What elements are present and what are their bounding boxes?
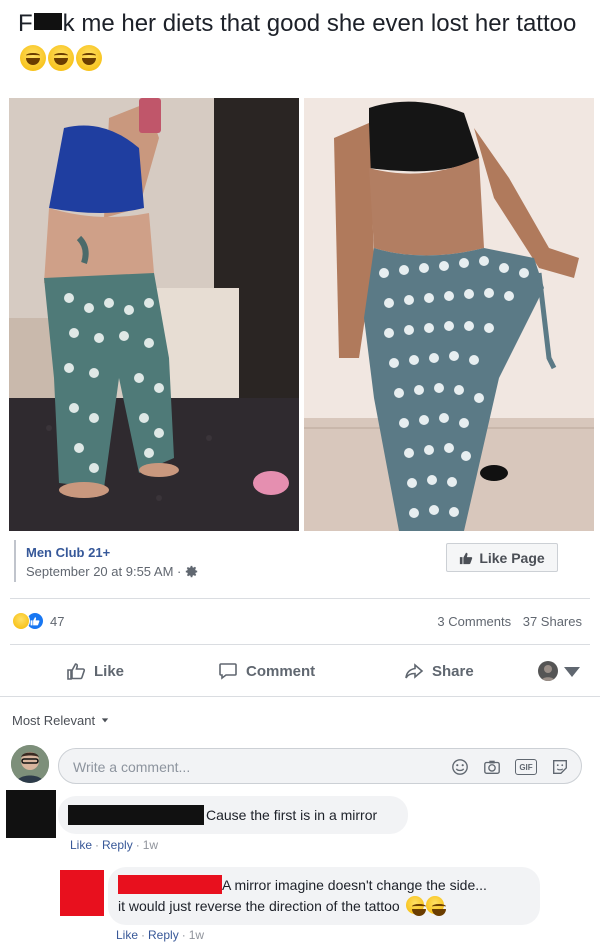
post-timestamp: September 20 at 9:55 AM · bbox=[26, 564, 198, 581]
like-button[interactable]: Like bbox=[66, 660, 124, 682]
redacted-avatar bbox=[60, 870, 104, 916]
like-page-button[interactable]: Like Page bbox=[446, 543, 558, 572]
comment-bubble: Cause the first is in a mirror bbox=[58, 796, 408, 834]
before-photo[interactable] bbox=[9, 98, 299, 531]
gear-icon[interactable] bbox=[185, 565, 198, 581]
divider bbox=[0, 696, 600, 697]
after-photo[interactable] bbox=[304, 98, 594, 531]
laughing-emoji-icon bbox=[425, 896, 446, 916]
like-button-label: Like bbox=[94, 662, 125, 680]
laughing-emoji-icon bbox=[20, 45, 46, 71]
share-button-label: Share bbox=[432, 662, 474, 680]
comment-text-line2: it would just reverse the direction of t… bbox=[118, 896, 446, 916]
user-avatar[interactable] bbox=[11, 745, 49, 783]
comment-text: Cause the first is in a mirror bbox=[206, 807, 378, 823]
gif-label: GIF bbox=[519, 762, 533, 772]
post-as-selector[interactable] bbox=[538, 660, 582, 682]
comment-like-link[interactable]: Like bbox=[116, 928, 138, 942]
caret-down-icon bbox=[101, 718, 108, 723]
comment-button-label: Comment bbox=[246, 662, 316, 680]
post-text-start: F bbox=[18, 10, 33, 37]
page-name-link[interactable]: Men Club 21+ bbox=[26, 545, 110, 560]
comment-text-line2-text: it would just reverse the direction of t… bbox=[118, 898, 400, 914]
comment-text-line1: A mirror imagine doesn't change the side… bbox=[222, 877, 487, 893]
comment-icon bbox=[219, 663, 237, 680]
thumbs-up-outline-icon bbox=[67, 663, 86, 680]
laughing-emoji-icon bbox=[405, 896, 426, 916]
laughing-emoji-icon bbox=[48, 45, 74, 71]
share-arrow-icon bbox=[405, 663, 424, 679]
redacted-name bbox=[68, 805, 204, 825]
engagement-counts: 3 Comments 37 Shares bbox=[429, 614, 582, 629]
divider bbox=[10, 598, 590, 599]
reactions-summary[interactable]: 47 bbox=[12, 612, 64, 630]
post-text-rest: k me her diets that good she even lost h… bbox=[62, 10, 577, 37]
share-button[interactable]: Share bbox=[404, 660, 474, 682]
comment-reply-link[interactable]: Reply bbox=[148, 928, 179, 942]
camera-icon[interactable] bbox=[483, 758, 501, 776]
emoji-picker-icon[interactable] bbox=[451, 758, 469, 776]
comment-like-link[interactable]: Like bbox=[70, 838, 92, 852]
comment-time[interactable]: 1w bbox=[189, 928, 204, 942]
comment-actions: Like · Reply · 1w bbox=[70, 838, 159, 852]
redacted-avatar bbox=[6, 790, 56, 838]
comment-reply-link[interactable]: Reply bbox=[102, 838, 133, 852]
comment-input-placeholder: Write a comment... bbox=[73, 759, 191, 775]
laughing-emoji-icon bbox=[76, 45, 102, 71]
comment-sort-dropdown[interactable]: Most Relevant bbox=[12, 713, 109, 728]
page-info-rule bbox=[14, 540, 16, 582]
comment-actions: Like · Reply · 1w bbox=[116, 928, 205, 942]
comment-input[interactable]: Write a comment... GIF bbox=[58, 748, 582, 784]
redaction-bar bbox=[33, 13, 62, 30]
redacted-name bbox=[118, 875, 222, 894]
comment-bubble: A mirror imagine doesn't change the side… bbox=[108, 867, 540, 925]
haha-reaction-icon bbox=[12, 612, 30, 630]
divider bbox=[10, 644, 590, 645]
comment-sort-label: Most Relevant bbox=[12, 713, 96, 728]
comment-time[interactable]: 1w bbox=[143, 838, 158, 852]
timestamp-text[interactable]: September 20 at 9:55 AM · bbox=[26, 564, 181, 579]
sticker-icon[interactable] bbox=[551, 758, 569, 776]
caret-down-icon bbox=[564, 667, 580, 677]
comment-button[interactable]: Comment bbox=[218, 660, 315, 682]
after-photo-illustration bbox=[304, 98, 594, 531]
shares-count-link[interactable]: 37 Shares bbox=[523, 614, 582, 629]
before-photo-illustration bbox=[9, 98, 299, 531]
thumbs-up-icon bbox=[460, 552, 473, 564]
like-page-label: Like Page bbox=[479, 549, 545, 566]
gif-icon[interactable]: GIF bbox=[515, 759, 537, 775]
comments-count-link[interactable]: 3 Comments bbox=[437, 614, 511, 629]
avatar bbox=[538, 661, 558, 681]
reaction-count: 47 bbox=[50, 613, 65, 629]
post-text: Fk me her diets that good she even lost … bbox=[18, 6, 588, 78]
